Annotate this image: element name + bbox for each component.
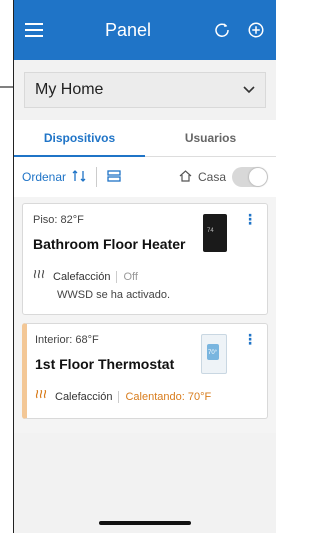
sort-label: Ordenar xyxy=(22,170,67,184)
casa-toggle[interactable] xyxy=(232,167,268,187)
device-card[interactable]: Interior: 68°F 1st Floor Thermostat ⋮ Ca… xyxy=(22,323,268,419)
device-toolbar: Ordenar Casa xyxy=(14,157,276,197)
device-list: Piso: 82°F Bathroom Floor Heater ⋮ Calef… xyxy=(14,197,276,433)
heat-icon xyxy=(35,389,49,403)
layout-icon[interactable] xyxy=(107,169,121,185)
home-selector[interactable]: My Home xyxy=(24,72,266,108)
menu-icon[interactable] xyxy=(24,20,44,40)
home-indicator xyxy=(99,521,191,525)
add-icon[interactable] xyxy=(246,20,266,40)
app-bar: Panel xyxy=(14,0,276,60)
toolbar-divider xyxy=(96,167,98,187)
device-state: Off xyxy=(123,270,138,283)
toggle-knob xyxy=(249,168,267,186)
casa-label: Casa xyxy=(197,170,226,184)
more-vert-icon[interactable]: ⋮ xyxy=(243,212,257,226)
device-state: Calentando: 70°F xyxy=(125,390,212,403)
sort-button[interactable]: Ordenar xyxy=(22,169,86,185)
heat-icon xyxy=(33,269,47,283)
home-icon xyxy=(179,169,192,185)
device-status: Calefacción Off xyxy=(33,269,257,283)
device-image xyxy=(201,334,227,374)
sort-icon xyxy=(72,169,86,185)
device-card[interactable]: Piso: 82°F Bathroom Floor Heater ⋮ Calef… xyxy=(22,203,268,315)
device-image xyxy=(203,214,227,252)
device-note: WWSD se ha activado. xyxy=(57,289,171,301)
device-mode: Calefacción xyxy=(53,270,111,283)
page-title: Panel xyxy=(104,19,152,40)
tab-bar: Dispositivos Usuarios xyxy=(14,120,276,157)
phone-screen: Panel My Home Dispositivos Usuarios Orde… xyxy=(13,0,276,533)
device-mode: Calefacción xyxy=(55,390,113,403)
tab-dispositivos[interactable]: Dispositivos xyxy=(14,120,145,157)
tab-usuarios[interactable]: Usuarios xyxy=(145,120,276,156)
chevron-down-icon xyxy=(243,81,255,99)
status-divider xyxy=(116,270,118,283)
refresh-icon[interactable] xyxy=(212,20,232,40)
status-divider xyxy=(118,390,120,403)
more-vert-icon[interactable]: ⋮ xyxy=(243,332,257,346)
home-selector-value: My Home xyxy=(35,81,104,98)
device-status: Calefacción Calentando: 70°F xyxy=(35,389,257,403)
